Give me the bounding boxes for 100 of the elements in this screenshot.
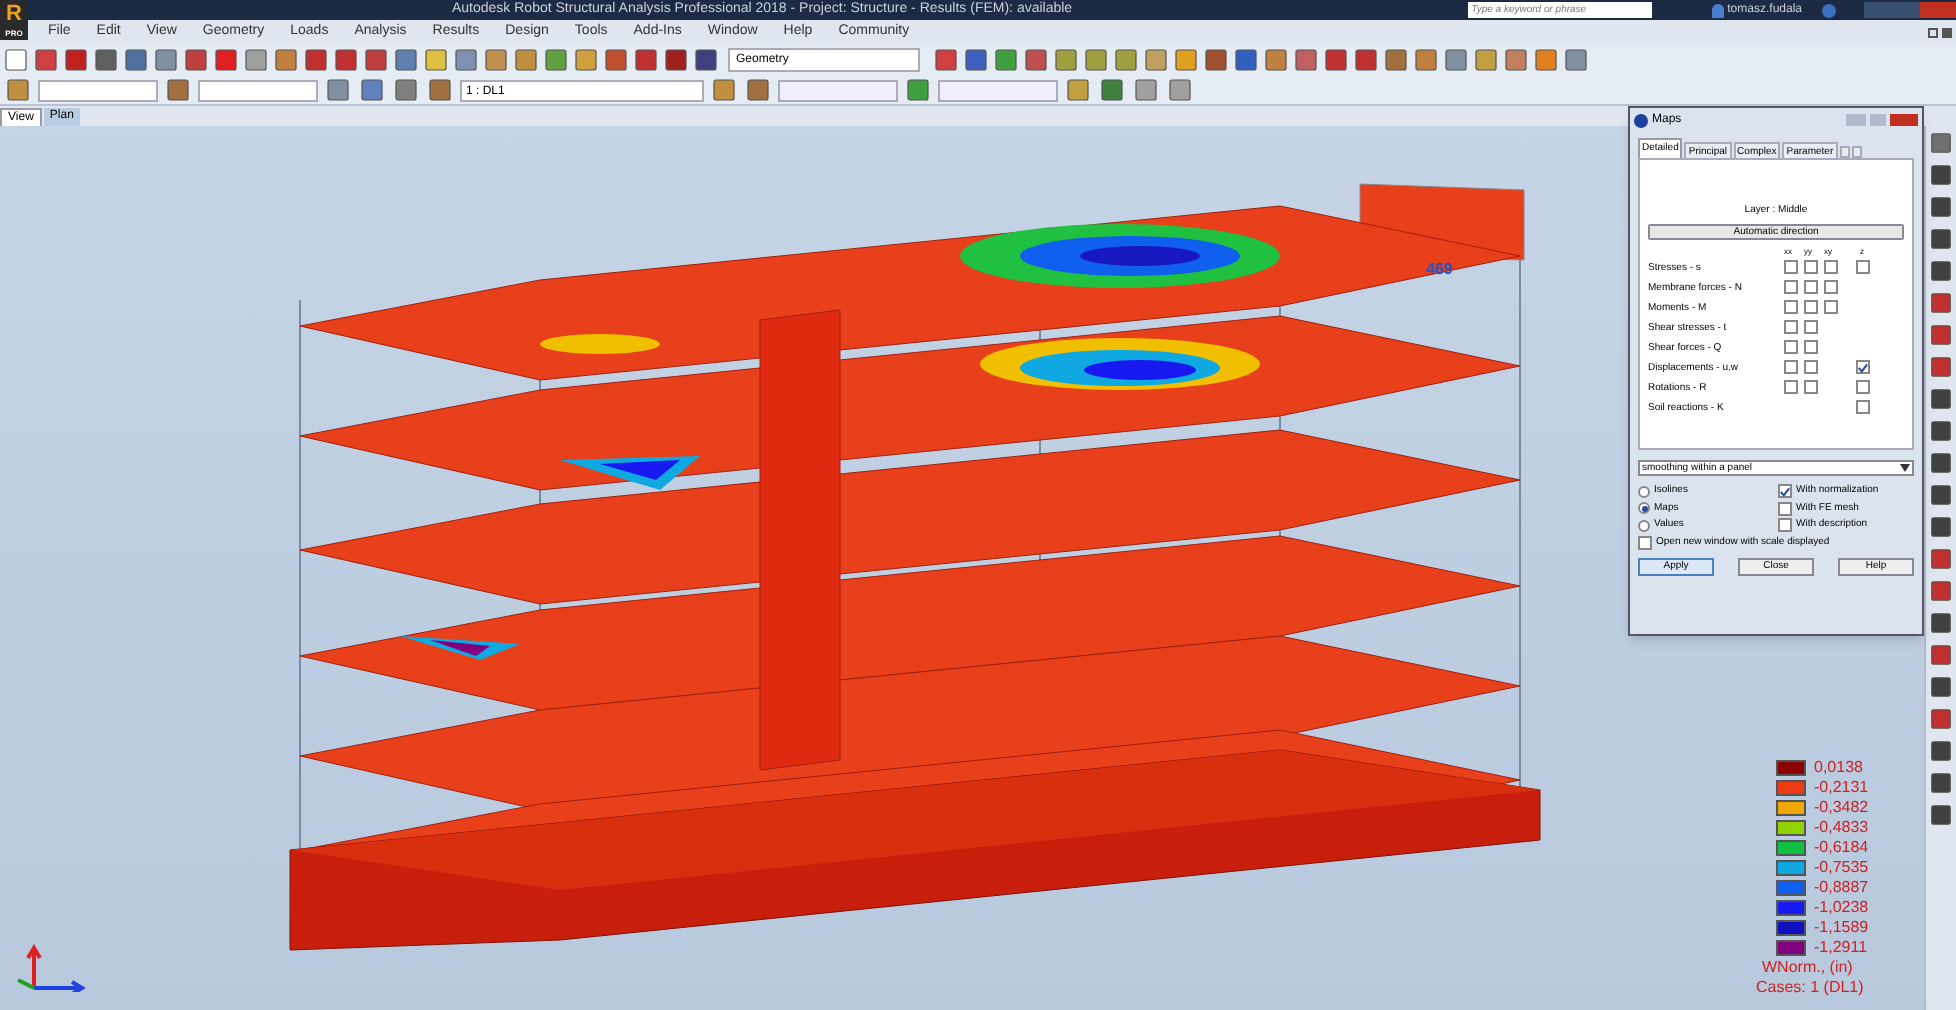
restore-icon[interactable]: [1928, 27, 1938, 37]
toolbar-icon[interactable]: [32, 46, 60, 74]
toolbar-icon[interactable]: [272, 46, 300, 74]
checkbox[interactable]: [1784, 260, 1798, 274]
toolbar-icon[interactable]: [1928, 674, 1954, 700]
checkbox[interactable]: [1804, 360, 1818, 374]
checkbox[interactable]: [1638, 535, 1652, 550]
toolbar-icon[interactable]: [482, 46, 510, 74]
toolbar-icon[interactable]: [1928, 482, 1954, 508]
radio-button[interactable]: [1638, 502, 1650, 515]
toolbar-icon[interactable]: [1928, 386, 1954, 412]
toolbar-icon[interactable]: [182, 46, 210, 74]
toolbar-icon[interactable]: [1412, 46, 1440, 74]
toolbar-icon[interactable]: [602, 46, 630, 74]
checkbox[interactable]: [1778, 518, 1792, 533]
checkbox[interactable]: [1804, 300, 1818, 314]
toolbar-icon[interactable]: [122, 46, 150, 74]
toolbar-icon[interactable]: [1472, 46, 1500, 74]
checkbox[interactable]: [1855, 400, 1869, 414]
toolbar-icon[interactable]: [710, 76, 738, 104]
toolbar-icon[interactable]: [992, 46, 1020, 74]
toolbar-icon[interactable]: [1292, 46, 1320, 74]
toolbar-icon[interactable]: [362, 46, 390, 74]
checkbox[interactable]: [1784, 280, 1798, 294]
toolbar-icon[interactable]: [1202, 46, 1230, 74]
toolbar-icon[interactable]: [744, 76, 772, 104]
toolbar-icon[interactable]: [1928, 258, 1954, 284]
toolbar-icon[interactable]: [1928, 514, 1954, 540]
toolbar-icon[interactable]: [392, 46, 420, 74]
toolbar-icon[interactable]: [1928, 194, 1954, 220]
toolbar-icon[interactable]: [4, 76, 32, 104]
toolbar-icon[interactable]: [1928, 226, 1954, 252]
toolbar-icon[interactable]: [1928, 610, 1954, 636]
toolbar-icon[interactable]: [1562, 46, 1590, 74]
toolbar-icon[interactable]: [1064, 76, 1092, 104]
toolbar-icon[interactable]: [212, 46, 240, 74]
toolbar-icon[interactable]: [1532, 46, 1560, 74]
toolbar-icon[interactable]: [932, 46, 960, 74]
toolbar-icon[interactable]: [1928, 642, 1954, 668]
checkbox[interactable]: [1855, 360, 1869, 374]
toolbar-icon[interactable]: [1352, 46, 1380, 74]
toolbar-icon[interactable]: [692, 46, 720, 74]
toolbar-icon[interactable]: [1928, 354, 1954, 380]
checkbox[interactable]: [1778, 501, 1792, 516]
toolbar-icon[interactable]: [358, 76, 386, 104]
toolbar-icon[interactable]: [1098, 76, 1126, 104]
toolbar-icon[interactable]: [1262, 46, 1290, 74]
toolbar-icon[interactable]: [1502, 46, 1530, 74]
toolbar-icon[interactable]: [1142, 46, 1170, 74]
checkbox[interactable]: [1784, 380, 1798, 394]
toolbar-icon[interactable]: [1232, 46, 1260, 74]
toolbar-icon[interactable]: [1928, 450, 1954, 476]
toolbar-icon[interactable]: [904, 76, 932, 104]
toolbar-icon[interactable]: [1928, 770, 1954, 796]
toolbar-icon[interactable]: [164, 76, 192, 104]
checkbox[interactable]: [1855, 380, 1869, 394]
toolbar-icon[interactable]: [242, 46, 270, 74]
toolbar-icon[interactable]: [302, 46, 330, 74]
user-icon[interactable]: [1711, 3, 1724, 17]
checkbox[interactable]: [1855, 260, 1869, 274]
toolbar-icon[interactable]: [1928, 322, 1954, 348]
toolbar-icon[interactable]: [1928, 130, 1954, 156]
toolbar-icon[interactable]: [426, 76, 454, 104]
checkbox[interactable]: [1804, 380, 1818, 394]
radio-button[interactable]: [1638, 519, 1650, 532]
checkbox[interactable]: [1784, 320, 1798, 334]
toolbar-icon[interactable]: [1928, 290, 1954, 316]
toolbar-icon[interactable]: [512, 46, 540, 74]
checkbox[interactable]: [1784, 340, 1798, 354]
toolbar-icon[interactable]: [1166, 76, 1194, 104]
toolbar-icon[interactable]: [1928, 802, 1954, 828]
checkbox[interactable]: [1824, 280, 1838, 294]
toolbar-icon[interactable]: [662, 46, 690, 74]
toolbar-icon[interactable]: [1928, 546, 1954, 572]
toolbar-icon[interactable]: [1928, 162, 1954, 188]
toolbar-icon[interactable]: [542, 46, 570, 74]
toolbar-icon[interactable]: [1082, 46, 1110, 74]
radio-button[interactable]: [1638, 485, 1650, 498]
toolbar-icon[interactable]: [152, 46, 180, 74]
toolbar-icon[interactable]: [1172, 46, 1200, 74]
toolbar-icon[interactable]: [62, 46, 90, 74]
toolbar-icon[interactable]: [962, 46, 990, 74]
checkbox[interactable]: [1804, 320, 1818, 334]
toolbar-icon[interactable]: [1112, 46, 1140, 74]
toolbar-icon[interactable]: [632, 46, 660, 74]
toolbar-icon[interactable]: [572, 46, 600, 74]
toolbar-icon[interactable]: [332, 46, 360, 74]
toolbar-icon[interactable]: [1928, 706, 1954, 732]
checkbox[interactable]: [1804, 280, 1818, 294]
toolbar-icon[interactable]: [1928, 738, 1954, 764]
toolbar-icon[interactable]: [1928, 418, 1954, 444]
toolbar-icon[interactable]: [1052, 46, 1080, 74]
checkbox[interactable]: [1824, 300, 1838, 314]
toolbar-icon[interactable]: [452, 46, 480, 74]
checkbox[interactable]: [1804, 260, 1818, 274]
toolbar-icon[interactable]: [324, 76, 352, 104]
toolbar-icon[interactable]: [1022, 46, 1050, 74]
checkbox[interactable]: [1778, 484, 1792, 499]
checkbox[interactable]: [1784, 300, 1798, 314]
help-icon[interactable]: [1822, 3, 1836, 17]
